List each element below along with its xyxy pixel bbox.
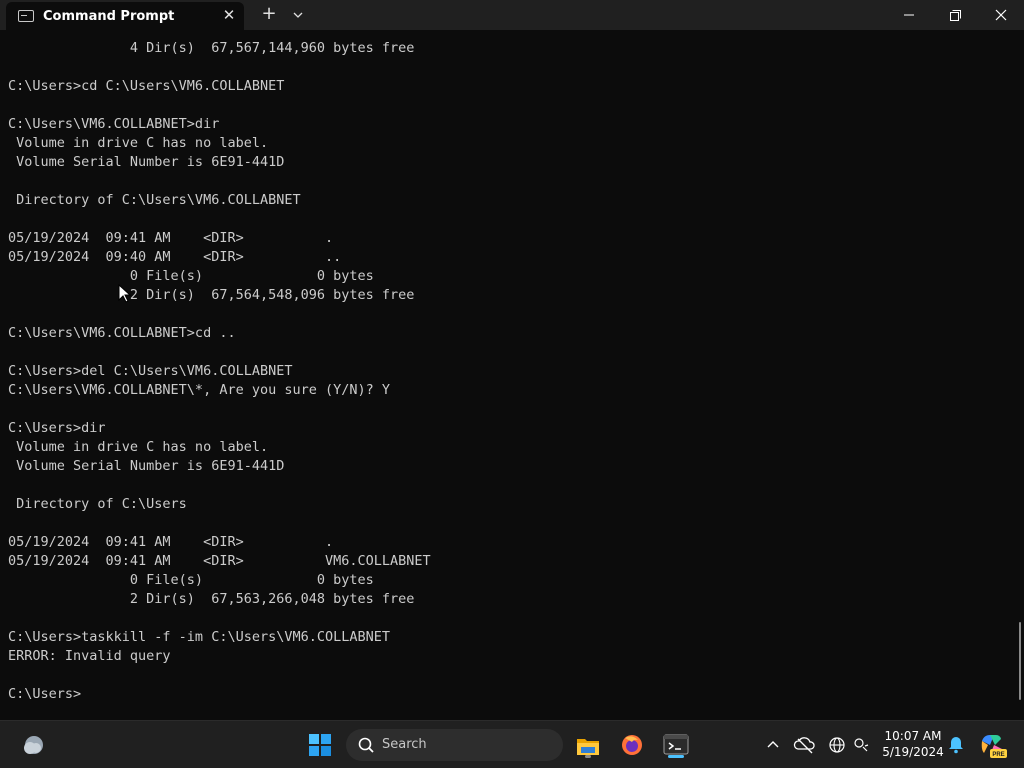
accessibility-tray[interactable]	[846, 729, 878, 761]
close-window-button[interactable]	[978, 0, 1024, 30]
mouse-pointer-icon	[118, 284, 132, 303]
search-placeholder: Search	[382, 737, 427, 752]
scrollbar-thumb[interactable]	[1019, 622, 1021, 700]
chevron-up-icon	[767, 741, 779, 748]
chevron-down-icon	[293, 12, 303, 18]
notification-bell-icon	[949, 737, 963, 754]
show-hidden-icons-button[interactable]	[757, 729, 789, 761]
taskbar-file-explorer[interactable]	[572, 729, 604, 761]
terminal-line: C:\Users>taskkill -f -im C:\Users\VM6.CO…	[8, 629, 391, 645]
tab-title: Command Prompt	[43, 9, 175, 24]
terminal-line: 2 Dir(s) 67,563,266,048 bytes free	[8, 591, 415, 607]
start-button[interactable]	[304, 729, 336, 761]
terminal-line: 0 File(s) 0 bytes	[8, 268, 374, 284]
accessibility-icon	[854, 738, 869, 752]
terminal-line: C:\Users>dir	[8, 420, 106, 436]
onedrive-tray[interactable]	[789, 729, 821, 761]
terminal-line: 4 Dir(s) 67,567,144,960 bytes free	[8, 40, 415, 56]
weather-icon	[24, 736, 43, 754]
system-clock[interactable]: 10:07 AM 5/19/2024	[880, 728, 946, 760]
new-tab-button[interactable]: +	[258, 4, 280, 26]
title-bar: Command Prompt ✕ +	[0, 0, 1024, 30]
terminal-line: C:\Users>cd C:\Users\VM6.COLLABNET	[8, 78, 285, 94]
taskbar-terminal[interactable]	[660, 729, 692, 761]
notifications-button[interactable]	[940, 729, 972, 761]
clock-date: 5/19/2024	[882, 745, 944, 759]
weather-widget[interactable]	[17, 729, 49, 761]
restore-button[interactable]	[932, 0, 978, 30]
minimize-button[interactable]	[886, 0, 932, 30]
terminal-output[interactable]: 4 Dir(s) 67,567,144,960 bytes free C:\Use…	[0, 30, 1016, 720]
scrollbar[interactable]	[1017, 30, 1024, 720]
terminal-line: 05/19/2024 09:41 AM <DIR> .	[8, 534, 334, 550]
tab-dropdown-button[interactable]	[288, 4, 308, 26]
minimize-icon	[904, 14, 914, 16]
terminal-line: C:\Users\VM6.COLLABNET>cd ..	[8, 325, 236, 341]
start-icon	[309, 734, 331, 756]
terminal-line: Volume Serial Number is 6E91-441D	[8, 458, 285, 474]
terminal-line: C:\Users\VM6.COLLABNET>dir	[8, 116, 220, 132]
terminal-line: C:\Users>del C:\Users\VM6.COLLABNET	[8, 363, 293, 379]
terminal-line: Directory of C:\Users\VM6.COLLABNET	[8, 192, 301, 208]
terminal-line: 0 File(s) 0 bytes	[8, 572, 374, 588]
terminal-line: 05/19/2024 09:41 AM <DIR> VM6.COLLABNET	[8, 553, 431, 569]
app-active-indicator	[668, 755, 684, 758]
restore-icon	[950, 10, 961, 21]
terminal-line: ERROR: Invalid query	[8, 648, 171, 664]
search-icon	[358, 737, 374, 753]
terminal-line: Volume Serial Number is 6E91-441D	[8, 154, 285, 170]
command-prompt-icon	[18, 10, 34, 22]
copilot-icon: PRE	[981, 735, 1007, 758]
taskbar-firefox[interactable]	[616, 729, 648, 761]
taskbar: Search 10:07 AM 5/19/2024 PRE	[0, 720, 1024, 768]
firefox-icon	[622, 735, 642, 755]
close-icon	[995, 9, 1007, 21]
close-tab-button[interactable]: ✕	[219, 5, 239, 25]
terminal-line: Volume in drive C has no label.	[8, 439, 269, 455]
taskbar-search[interactable]: Search	[346, 729, 563, 761]
app-running-indicator	[585, 755, 591, 758]
copilot-badge: PRE	[992, 752, 1004, 758]
terminal-line: Volume in drive C has no label.	[8, 135, 269, 151]
tab-command-prompt[interactable]: Command Prompt ✕	[6, 2, 244, 30]
copilot-button[interactable]: PRE	[976, 729, 1008, 761]
onedrive-icon	[793, 737, 815, 754]
terminal-line: 05/19/2024 09:41 AM <DIR> .	[8, 230, 334, 246]
terminal-line: C:\Users\VM6.COLLABNET\*, Are you sure (…	[8, 382, 391, 398]
clock-time: 10:07 AM	[884, 729, 942, 743]
terminal-line: C:\Users>	[8, 686, 82, 702]
terminal-line: Directory of C:\Users	[8, 496, 187, 512]
terminal-line: 2 Dir(s) 67,564,548,096 bytes free	[8, 287, 415, 303]
terminal-line: 05/19/2024 09:40 AM <DIR> ..	[8, 249, 342, 265]
